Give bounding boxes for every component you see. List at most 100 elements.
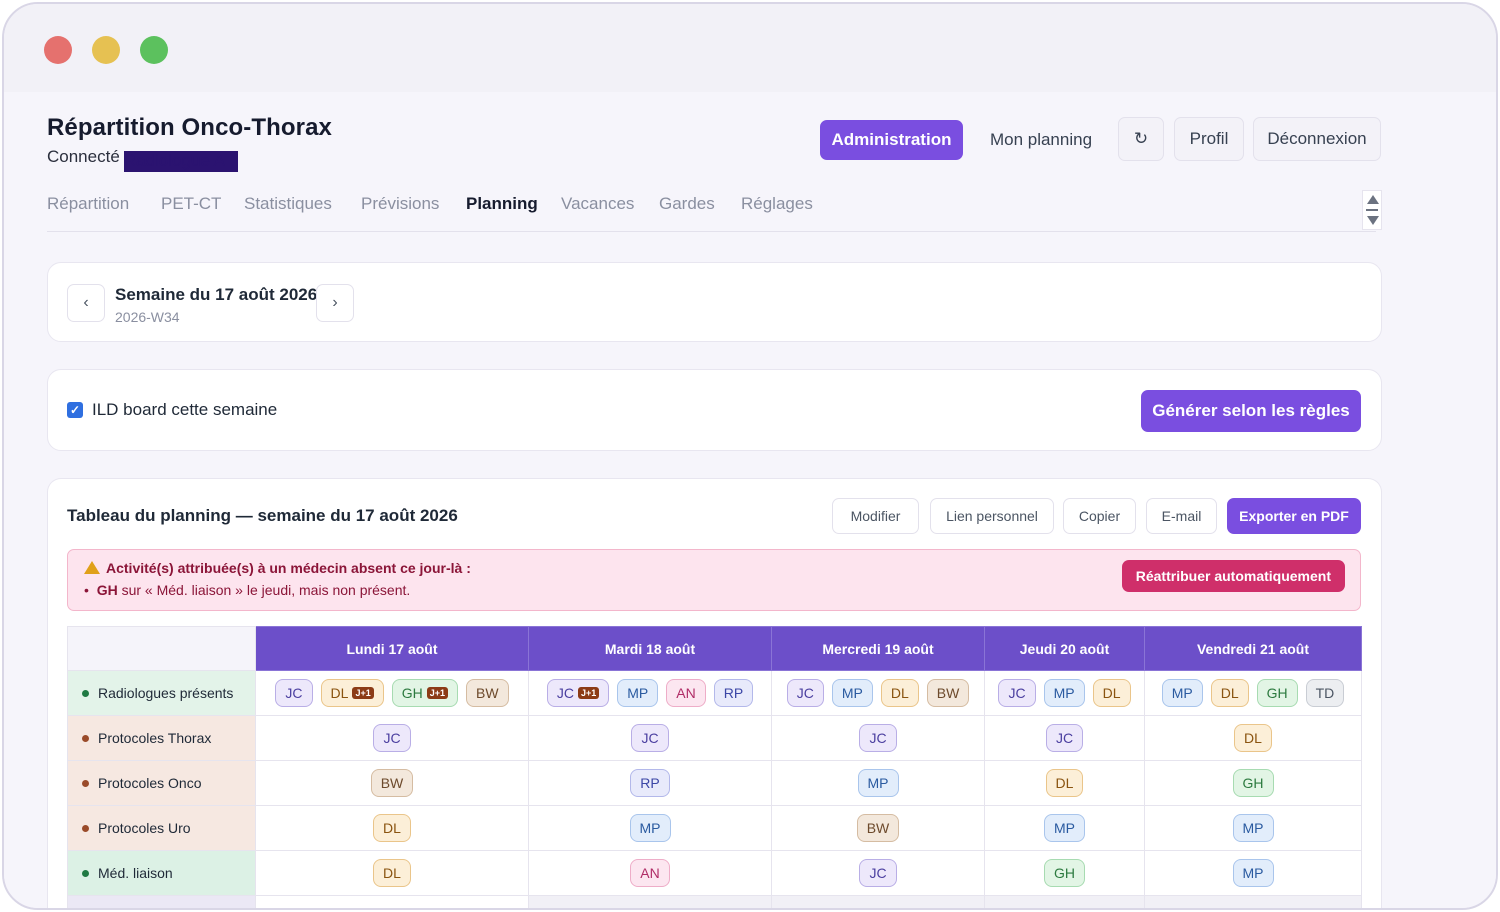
schedule-cell[interactable]: JC DL J+1 GH J+1 BW — [255, 670, 529, 716]
doctor-chip[interactable]: JC — [275, 679, 313, 707]
doctor-chip[interactable]: BW — [856, 814, 900, 842]
schedule-cell[interactable]: JC — [771, 850, 985, 896]
doctor-chip[interactable]: BW — [466, 679, 509, 707]
mon-planning-button[interactable]: Mon planning — [970, 120, 1112, 160]
doctor-chip[interactable]: DL — [1210, 679, 1249, 707]
tabs-scroll-control[interactable] — [1362, 190, 1382, 230]
tab-previsions[interactable]: Prévisions — [361, 194, 439, 214]
schedule-cell[interactable]: DL — [255, 850, 529, 896]
schedule-cell[interactable]: MP — [984, 805, 1145, 851]
next-week-button[interactable]: › — [316, 284, 354, 322]
doctor-chip[interactable]: JC — [373, 724, 411, 752]
deconnexion-button[interactable]: Déconnexion — [1253, 117, 1381, 161]
schedule-cell[interactable]: DL — [255, 805, 529, 851]
schedule-cell[interactable]: JC — [255, 715, 529, 761]
schedule-cell[interactable]: JC MP DL BW — [771, 670, 985, 716]
doctor-chip[interactable]: DL — [373, 859, 411, 887]
doctor-chip[interactable]: MP — [1232, 859, 1274, 887]
doctor-initials: BW — [936, 685, 960, 701]
doctor-chip[interactable]: GH J+1 — [391, 679, 459, 707]
doctor-chip[interactable]: JC — [1045, 724, 1084, 752]
doctor-initials: RP — [640, 775, 660, 791]
doctor-chip[interactable]: MP — [857, 769, 899, 797]
schedule-cell[interactable]: AN — [528, 850, 772, 896]
schedule-cell[interactable]: BW — [771, 805, 985, 851]
doctor-chip[interactable]: MP — [1044, 814, 1085, 842]
export-pdf-button[interactable]: Exporter en PDF — [1227, 498, 1361, 534]
schedule-cell[interactable]: BW — [255, 760, 529, 806]
doctor-chip[interactable]: AN — [630, 859, 670, 887]
doctor-chip[interactable]: DL — [1045, 769, 1084, 797]
doctor-chip[interactable]: JC J+1 — [546, 679, 610, 707]
schedule-cell[interactable]: RP — [528, 760, 772, 806]
tab-repartition[interactable]: Répartition — [47, 194, 129, 214]
schedule-cell[interactable]: MP — [1144, 850, 1362, 896]
doctor-chip[interactable]: RP — [713, 679, 754, 707]
schedule-cell[interactable]: MP — [1144, 805, 1362, 851]
doctor-chip[interactable]: GH — [1256, 679, 1298, 707]
doctor-chip[interactable]: MP — [617, 679, 659, 707]
doctor-chip[interactable]: JC — [859, 724, 897, 752]
doctor-chip[interactable]: BW — [926, 679, 970, 707]
scroll-down-icon[interactable] — [1367, 216, 1379, 225]
tab-statistiques[interactable]: Statistiques — [244, 194, 332, 214]
doctor-chip[interactable]: DL J+1 — [320, 679, 384, 707]
doctor-chip[interactable]: DL — [1234, 724, 1272, 752]
doctor-chip[interactable]: JC — [859, 859, 897, 887]
close-window-button[interactable] — [44, 36, 72, 64]
reassign-auto-button[interactable]: Réattribuer automatiquement — [1121, 560, 1345, 592]
schedule-cell[interactable]: MP — [771, 760, 985, 806]
schedule-cell[interactable]: JC — [984, 715, 1145, 761]
doctor-chip[interactable]: MP — [1232, 814, 1274, 842]
refresh-icon[interactable]: ↻ — [1118, 117, 1164, 161]
doctor-chip[interactable]: DL — [373, 814, 411, 842]
doctor-chip[interactable]: MP — [831, 679, 873, 707]
doctor-initials: MP — [639, 820, 661, 836]
doctor-chip[interactable]: TD — [1305, 679, 1345, 707]
minimize-window-button[interactable] — [92, 36, 120, 64]
schedule-cell[interactable]: JC J+1 MP AN RP — [528, 670, 772, 716]
tab-pet-ct[interactable]: PET-CT — [161, 194, 221, 214]
doctor-chip[interactable]: GH — [1232, 769, 1274, 797]
profil-button[interactable]: Profil — [1174, 117, 1244, 161]
tab-reglages[interactable]: Réglages — [741, 194, 813, 214]
schedule-cell[interactable]: DL — [984, 760, 1145, 806]
doctor-chip[interactable]: MP — [1161, 679, 1203, 707]
schedule-cell[interactable]: JC — [771, 715, 985, 761]
doctor-chip[interactable]: JC — [786, 679, 824, 707]
tab-planning[interactable]: Planning — [466, 194, 538, 214]
modifier-button[interactable]: Modifier — [832, 498, 919, 534]
partial-cell — [528, 895, 772, 908]
doctor-chip[interactable]: MP — [629, 814, 671, 842]
doctor-initials: DL — [1102, 685, 1121, 701]
doctor-chip[interactable]: GH — [1044, 859, 1085, 887]
previous-week-button[interactable]: ‹ — [67, 284, 105, 322]
schedule-cell[interactable]: DL — [1144, 715, 1362, 761]
chip-group: MP — [529, 814, 771, 842]
doctor-chip[interactable]: MP — [1043, 679, 1085, 707]
doctor-chip[interactable]: JC — [998, 679, 1036, 707]
maximize-window-button[interactable] — [140, 36, 168, 64]
tab-vacances[interactable]: Vacances — [561, 194, 634, 214]
doctor-chip[interactable]: DL — [1092, 679, 1131, 707]
scroll-up-icon[interactable] — [1367, 195, 1379, 204]
doctor-chip[interactable]: JC — [631, 724, 669, 752]
doctor-chip[interactable]: DL — [880, 679, 919, 707]
lien-personnel-button[interactable]: Lien personnel — [930, 498, 1054, 534]
ild-board-checkbox[interactable]: ✓ — [67, 402, 83, 418]
tab-gardes[interactable]: Gardes — [659, 194, 715, 214]
generate-rules-button[interactable]: Générer selon les règles — [1141, 390, 1361, 432]
schedule-cell[interactable]: GH — [984, 850, 1145, 896]
email-button[interactable]: E-mail — [1146, 498, 1217, 534]
schedule-cell[interactable]: MP — [528, 805, 772, 851]
schedule-cell[interactable]: JC MP DL — [984, 670, 1145, 716]
schedule-cell[interactable]: GH — [1144, 760, 1362, 806]
table-row: Radiologues présents JC DL J+1 GH J+1 BW JC J+1 M… — [67, 670, 1362, 716]
doctor-chip[interactable]: RP — [630, 769, 670, 797]
administration-button[interactable]: Administration — [820, 120, 963, 160]
doctor-chip[interactable]: BW — [370, 769, 414, 797]
copier-button[interactable]: Copier — [1063, 498, 1136, 534]
doctor-chip[interactable]: AN — [666, 679, 706, 707]
schedule-cell[interactable]: JC — [528, 715, 772, 761]
schedule-cell[interactable]: MP DL GH TD — [1144, 670, 1362, 716]
